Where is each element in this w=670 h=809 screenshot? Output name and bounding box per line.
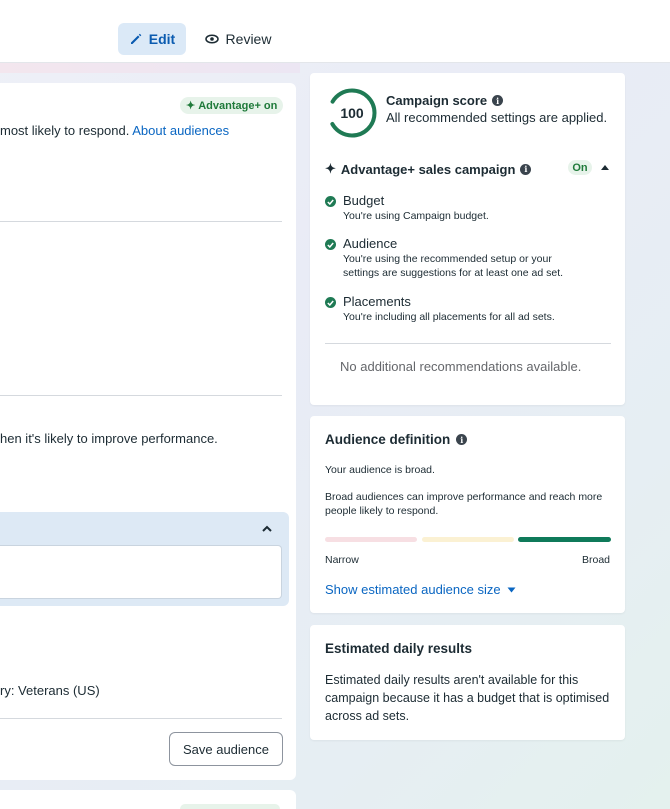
audience-status: Your audience is broad. (325, 464, 435, 476)
no-recommendations-text: No additional recommendations available. (340, 359, 582, 374)
check-circle-icon (325, 239, 336, 250)
pencil-icon (130, 33, 142, 44)
audience-definition-title-text: Audience definition (325, 432, 451, 447)
status-badge: On (568, 160, 592, 175)
estimated-results-title: Estimated daily results (325, 641, 473, 656)
check-circle-icon (325, 297, 336, 308)
sparkle-icon: ✦ (325, 161, 336, 176)
budget-description-text: You're using (343, 210, 403, 222)
category-text: ry: Veterans (US) (0, 683, 100, 698)
info-icon[interactable]: i (492, 95, 504, 106)
estimated-results-body: Estimated daily results aren't available… (325, 673, 610, 723)
edit-button[interactable]: Edit (118, 23, 186, 55)
audience-meter-mid (422, 537, 514, 542)
audience-desc-line1: Broad audiences can improve performance … (325, 491, 603, 503)
campaign-score-subtitle: All recommended settings are applied. (386, 110, 608, 125)
decorative-strip (0, 63, 300, 73)
sparkle-icon: ✦ (186, 100, 196, 112)
advantage-sales-title: Advantage+ sales campaign (340, 161, 516, 177)
divider (0, 221, 282, 222)
audience-description: most likely to respond. About audiences (0, 123, 229, 138)
divider (0, 395, 282, 396)
advantage-pill-partial (180, 804, 280, 809)
advantage-sales-header[interactable]: ✦ Advantage+ sales campaign i (325, 161, 532, 177)
save-audience-button[interactable]: Save audience (169, 732, 283, 766)
campaign-score-title: Campaign score i (386, 93, 504, 108)
audience-description-line1: You're using the recommended setup or yo… (343, 253, 552, 265)
review-button[interactable]: Review (198, 23, 278, 55)
audience-meter-narrow (325, 537, 417, 542)
budget-title: Budget (343, 193, 385, 208)
campaign-budget-text: Campaign budget (403, 210, 486, 222)
performance-text: hen it's likely to improve performance. (0, 431, 218, 446)
placements-description: You're including all placements for all … (343, 311, 555, 323)
review-label: Review (225, 31, 272, 47)
budget-description-suffix: . (485, 210, 489, 222)
chevron-up-icon[interactable] (261, 523, 273, 535)
divider (0, 718, 282, 719)
audience-definition-title: Audience definition i (325, 432, 468, 447)
budget-description: You're using Campaign budget. (343, 209, 489, 224)
info-icon[interactable]: i (456, 434, 468, 445)
broad-label: Broad (582, 554, 611, 566)
show-audience-size-link[interactable]: Show estimated audience size (325, 582, 516, 597)
eye-icon (204, 34, 219, 44)
caret-up-icon[interactable] (600, 164, 610, 170)
edit-label: Edit (148, 31, 176, 47)
narrow-label: Narrow (325, 554, 359, 566)
show-audience-size-label: Show estimated audience size (325, 582, 501, 597)
audience-meter-broad (518, 537, 611, 542)
about-audiences-link[interactable]: About audiences (132, 123, 229, 138)
audience-description-line2: settings are suggestions for at least on… (343, 267, 564, 279)
divider (325, 343, 611, 344)
audience-desc-line2: people likely to respond. (325, 505, 439, 517)
advantage-pill-label: Advantage+ on (198, 99, 278, 112)
top-toolbar: Edit Review (0, 0, 670, 63)
placements-title: Placements (343, 294, 411, 309)
caret-down-icon (507, 587, 516, 592)
info-icon[interactable]: i (520, 163, 532, 175)
score-value: 100 (340, 105, 364, 121)
section-input-area[interactable] (0, 545, 282, 599)
advantage-pill: ✦ Advantage+ on (180, 97, 284, 114)
audience-description-text: most likely to respond. (0, 123, 130, 138)
check-circle-icon (325, 196, 336, 207)
audience-title: Audience (343, 236, 398, 251)
campaign-score-title-text: Campaign score (386, 93, 488, 108)
